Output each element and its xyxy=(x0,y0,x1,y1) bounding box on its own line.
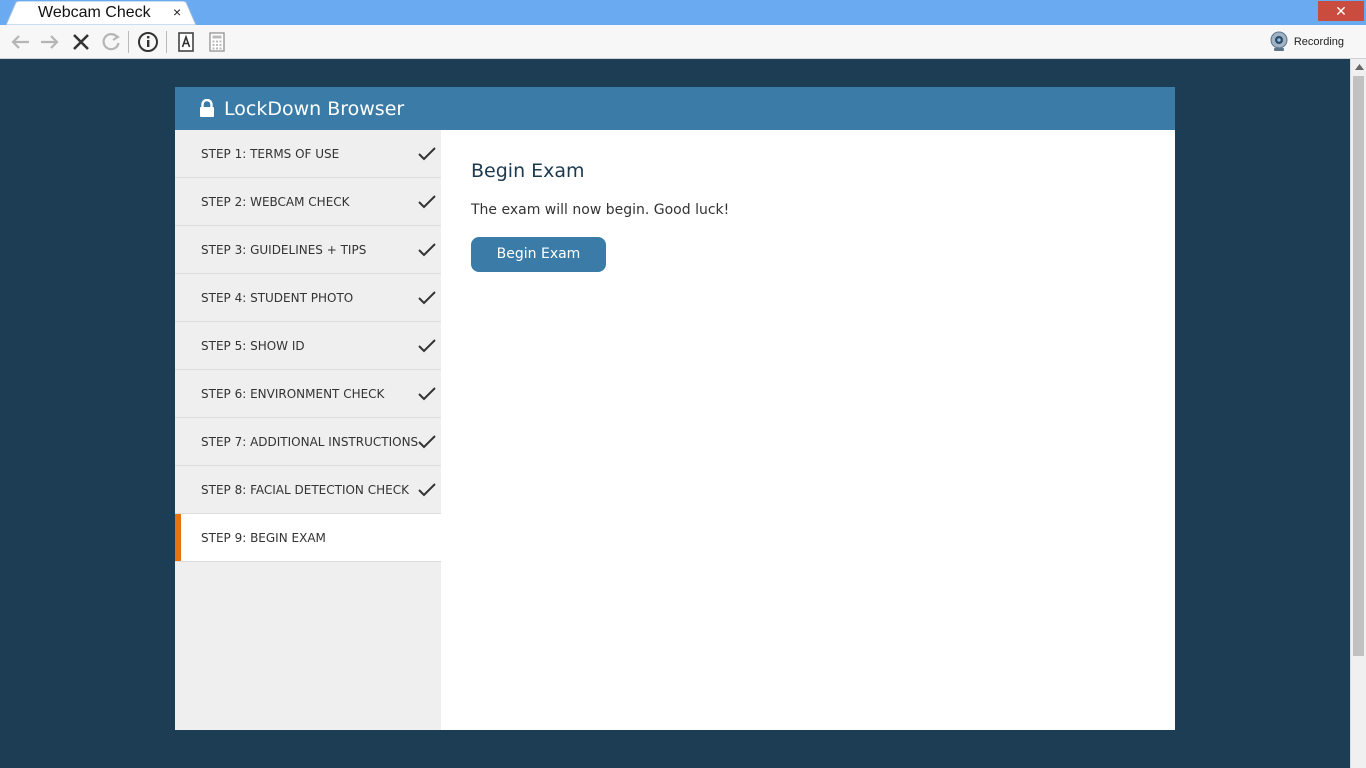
tab-title: Webcam Check xyxy=(38,4,151,21)
browser-toolbar: Recording xyxy=(0,25,1366,59)
step-label: STEP 3: GUIDELINES + TIPS xyxy=(201,242,367,257)
forward-arrow-icon xyxy=(41,35,59,49)
chevron-up-icon xyxy=(1354,64,1364,70)
tab-close-icon[interactable]: × xyxy=(173,4,181,20)
toolbar-divider xyxy=(128,31,129,53)
back-arrow-icon xyxy=(11,35,29,49)
step-label: STEP 2: WEBCAM CHECK xyxy=(201,194,350,209)
webcam-icon xyxy=(1270,31,1288,51)
browser-tab[interactable]: Webcam Check × xyxy=(6,1,198,25)
step-label: STEP 1: TERMS OF USE xyxy=(201,146,340,161)
info-button[interactable] xyxy=(135,29,161,55)
step-item-2[interactable]: STEP 2: WEBCAM CHECK xyxy=(175,178,441,226)
app-header: LockDown Browser xyxy=(175,87,1175,130)
calculator-button[interactable] xyxy=(204,29,230,55)
content-message: The exam will now begin. Good luck! xyxy=(471,202,730,218)
calculator-icon xyxy=(209,32,225,52)
content-heading: Begin Exam xyxy=(471,160,585,182)
recording-label: Recording xyxy=(1293,36,1344,48)
recording-indicator: Recording xyxy=(1269,30,1344,54)
title-bar: Webcam Check × ✕ xyxy=(0,0,1366,25)
scroll-thumb[interactable] xyxy=(1353,76,1364,656)
step-item-9-active[interactable]: STEP 9: BEGIN EXAM xyxy=(175,514,441,562)
scroll-up-button[interactable] xyxy=(1351,59,1366,75)
step-item-1[interactable]: STEP 1: TERMS OF USE xyxy=(175,130,441,178)
page-scrollbar[interactable] xyxy=(1350,59,1366,768)
checkmark-icon xyxy=(418,339,436,353)
checkmark-icon xyxy=(418,387,436,401)
begin-exam-button[interactable]: Begin Exam xyxy=(471,237,606,272)
checkmark-icon xyxy=(418,243,436,257)
step-item-7[interactable]: STEP 7: ADDITIONAL INSTRUCTIONS xyxy=(175,418,441,466)
app-title: LockDown Browser xyxy=(224,97,405,120)
checkmark-icon xyxy=(418,291,436,305)
checkmark-icon xyxy=(418,147,436,161)
checkmark-icon xyxy=(418,195,436,209)
reload-icon xyxy=(102,33,120,51)
step-item-4[interactable]: STEP 4: STUDENT PHOTO xyxy=(175,274,441,322)
step-label: STEP 8: FACIAL DETECTION CHECK xyxy=(201,482,409,497)
toolbar-divider xyxy=(166,31,167,53)
stop-x-icon xyxy=(73,34,89,50)
checkmark-icon xyxy=(418,483,436,497)
stop-button[interactable] xyxy=(68,29,94,55)
reload-button[interactable] xyxy=(98,29,124,55)
step-label: STEP 7: ADDITIONAL INSTRUCTIONS xyxy=(201,434,419,449)
step-item-6[interactable]: STEP 6: ENVIRONMENT CHECK xyxy=(175,370,441,418)
info-icon xyxy=(138,32,158,52)
step-label: STEP 6: ENVIRONMENT CHECK xyxy=(201,386,385,401)
spellcheck-button[interactable] xyxy=(173,29,199,55)
step-item-8[interactable]: STEP 8: FACIAL DETECTION CHECK xyxy=(175,466,441,514)
step-label: STEP 9: BEGIN EXAM xyxy=(201,530,326,545)
step-content: Begin Exam The exam will now begin. Good… xyxy=(471,130,729,272)
lockdown-panel: LockDown Browser STEP 1: TERMS OF USE ST… xyxy=(175,87,1175,730)
checkmark-icon xyxy=(418,435,436,449)
step-label: STEP 4: STUDENT PHOTO xyxy=(201,290,354,305)
document-a-icon xyxy=(178,32,194,52)
back-button[interactable] xyxy=(7,29,33,55)
step-item-3[interactable]: STEP 3: GUIDELINES + TIPS xyxy=(175,226,441,274)
window-close-button[interactable]: ✕ xyxy=(1318,1,1364,21)
step-item-5[interactable]: STEP 5: SHOW ID xyxy=(175,322,441,370)
step-label: STEP 5: SHOW ID xyxy=(201,338,305,353)
forward-button[interactable] xyxy=(37,29,63,55)
lock-icon xyxy=(200,99,214,117)
steps-sidebar: STEP 1: TERMS OF USE STEP 2: WEBCAM CHEC… xyxy=(175,130,441,730)
